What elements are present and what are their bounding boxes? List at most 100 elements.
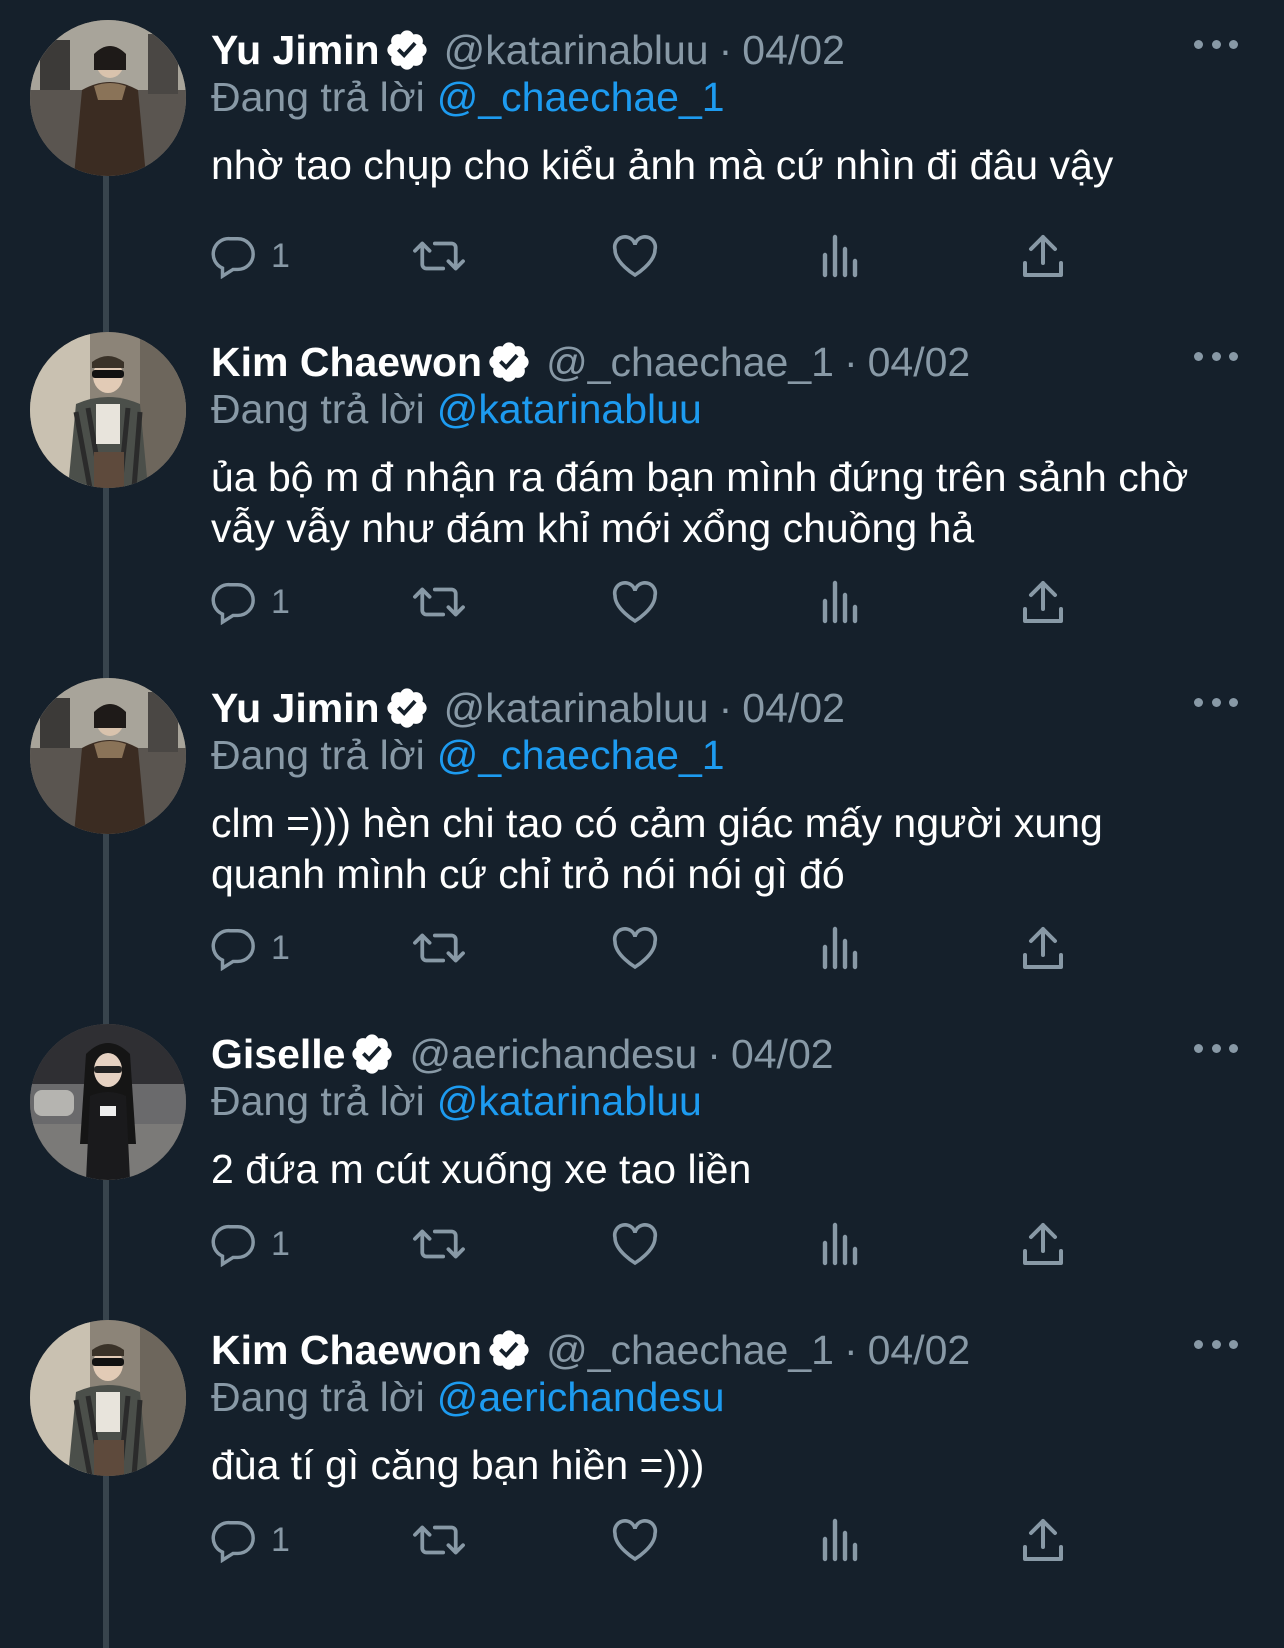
separator-dot: · bbox=[718, 26, 733, 73]
tweet-text: ủa bộ m đ nhận ra đám bạn mình đứng trên… bbox=[211, 454, 1189, 551]
tweet-text: nhờ tao chụp cho kiểu ảnh mà cứ nhìn đi … bbox=[211, 142, 1114, 188]
replying-to-line: Đang trả lời @aerichandesu bbox=[211, 1374, 725, 1421]
retweet-icon bbox=[411, 233, 467, 279]
display-name[interactable]: Yu Jimin bbox=[211, 27, 380, 74]
verified-badge-icon bbox=[384, 685, 430, 731]
share-button[interactable] bbox=[1021, 920, 1065, 976]
replying-to-handle[interactable]: @_chaechae_1 bbox=[437, 74, 725, 120]
replying-to-handle[interactable]: @aerichandesu bbox=[437, 1374, 725, 1420]
like-button[interactable] bbox=[611, 574, 659, 630]
reply-icon bbox=[211, 233, 257, 279]
share-button[interactable] bbox=[1021, 228, 1065, 284]
retweet-icon bbox=[411, 579, 467, 625]
replying-to-label: Đang trả lời bbox=[211, 74, 425, 120]
reply-count: 1 bbox=[271, 1520, 290, 1559]
reply-button[interactable]: 1 bbox=[211, 228, 290, 284]
views-icon bbox=[819, 233, 859, 279]
retweet-button[interactable] bbox=[411, 1512, 467, 1568]
like-button[interactable] bbox=[611, 228, 659, 284]
display-name[interactable]: Kim Chaewon bbox=[211, 339, 482, 386]
thread-connector-line bbox=[103, 488, 109, 658]
like-button[interactable] bbox=[611, 920, 659, 976]
user-handle[interactable]: @katarinabluu bbox=[444, 27, 709, 74]
like-button[interactable] bbox=[611, 1216, 659, 1272]
views-button[interactable] bbox=[819, 1512, 859, 1568]
reply-button[interactable]: 1 bbox=[211, 920, 290, 976]
more-options-icon[interactable] bbox=[1194, 1036, 1238, 1060]
verified-badge-icon bbox=[349, 1031, 395, 1077]
like-button[interactable] bbox=[611, 1512, 659, 1568]
reply-count: 1 bbox=[271, 236, 290, 275]
user-handle[interactable]: @_chaechae_1 bbox=[546, 339, 834, 386]
tweet[interactable]: Kim Chaewon @_chaechae_1 · 04/02 Đang tr… bbox=[0, 1300, 1284, 1648]
retweet-button[interactable] bbox=[411, 920, 467, 976]
reply-icon bbox=[211, 1221, 257, 1267]
display-name[interactable]: Kim Chaewon bbox=[211, 1327, 482, 1374]
share-button[interactable] bbox=[1021, 1512, 1065, 1568]
tweet-date[interactable]: 04/02 bbox=[742, 27, 845, 74]
tweet[interactable]: Giselle @aerichandesu · 04/02 Đang trả l… bbox=[0, 1004, 1284, 1300]
user-handle[interactable]: @aerichandesu bbox=[409, 1031, 697, 1078]
separator-dot: · bbox=[843, 338, 858, 385]
reply-button[interactable]: 1 bbox=[211, 1512, 290, 1568]
tweet-date[interactable]: 04/02 bbox=[868, 1327, 971, 1374]
reply-icon bbox=[211, 579, 257, 625]
user-handle[interactable]: @katarinabluu bbox=[444, 685, 709, 732]
retweet-icon bbox=[411, 1221, 467, 1267]
verified-badge-icon bbox=[384, 27, 430, 73]
share-icon bbox=[1021, 579, 1065, 625]
user-handle[interactable]: @_chaechae_1 bbox=[546, 1327, 834, 1374]
share-button[interactable] bbox=[1021, 1216, 1065, 1272]
views-button[interactable] bbox=[819, 574, 859, 630]
views-button[interactable] bbox=[819, 920, 859, 976]
retweet-button[interactable] bbox=[411, 228, 467, 284]
views-button[interactable] bbox=[819, 228, 859, 284]
avatar[interactable] bbox=[30, 332, 186, 488]
more-options-icon[interactable] bbox=[1194, 344, 1238, 368]
share-icon bbox=[1021, 1221, 1065, 1267]
share-button[interactable] bbox=[1021, 574, 1065, 630]
thread-connector-line bbox=[103, 1180, 109, 1300]
tweet[interactable]: Yu Jimin @katarinabluu · 04/02 Đang trả … bbox=[0, 658, 1284, 1004]
more-options-icon[interactable] bbox=[1194, 690, 1238, 714]
avatar[interactable] bbox=[30, 1024, 186, 1180]
avatar[interactable] bbox=[30, 1320, 186, 1476]
verified-badge-icon bbox=[486, 339, 532, 385]
tweet-text: đùa tí gì căng bạn hiền =))) bbox=[211, 1442, 705, 1488]
views-icon bbox=[819, 925, 859, 971]
thread-connector-line bbox=[103, 312, 109, 332]
retweet-button[interactable] bbox=[411, 574, 467, 630]
separator-dot: · bbox=[707, 1030, 721, 1077]
thread-connector-line bbox=[103, 658, 109, 678]
tweet[interactable]: Yu Jimin @katarinabluu · 04/02 Đang trả … bbox=[0, 0, 1284, 312]
more-options-icon[interactable] bbox=[1194, 32, 1238, 56]
reply-count: 1 bbox=[271, 1224, 290, 1263]
tweet-actions: 1 bbox=[211, 1512, 1141, 1568]
tweet-date[interactable]: 04/02 bbox=[742, 685, 845, 732]
tweet-thread: Yu Jimin @katarinabluu · 04/02 Đang trả … bbox=[0, 0, 1284, 1648]
replying-to-handle[interactable]: @katarinabluu bbox=[437, 386, 702, 432]
reply-icon bbox=[211, 1517, 257, 1563]
tweet-date[interactable]: 04/02 bbox=[731, 1031, 834, 1078]
like-icon bbox=[611, 925, 659, 971]
replying-to-line: Đang trả lời @katarinabluu bbox=[211, 1078, 702, 1125]
replying-to-handle[interactable]: @_chaechae_1 bbox=[437, 732, 725, 778]
views-icon bbox=[819, 1517, 859, 1563]
avatar[interactable] bbox=[30, 20, 186, 176]
retweet-button[interactable] bbox=[411, 1216, 467, 1272]
display-name[interactable]: Yu Jimin bbox=[211, 685, 380, 732]
tweet-date[interactable]: 04/02 bbox=[868, 339, 971, 386]
reply-button[interactable]: 1 bbox=[211, 574, 290, 630]
reply-button[interactable]: 1 bbox=[211, 1216, 290, 1272]
replying-to-handle[interactable]: @katarinabluu bbox=[437, 1078, 702, 1124]
tweet[interactable]: Kim Chaewon @_chaechae_1 · 04/02 Đang tr… bbox=[0, 312, 1284, 658]
like-icon bbox=[611, 579, 659, 625]
more-options-icon[interactable] bbox=[1194, 1332, 1238, 1356]
tweet-actions: 1 bbox=[211, 228, 1141, 284]
views-button[interactable] bbox=[819, 1216, 859, 1272]
reply-count: 1 bbox=[271, 928, 290, 967]
display-name[interactable]: Giselle bbox=[211, 1031, 345, 1078]
like-icon bbox=[611, 1517, 659, 1563]
avatar[interactable] bbox=[30, 678, 186, 834]
like-icon bbox=[611, 233, 659, 279]
